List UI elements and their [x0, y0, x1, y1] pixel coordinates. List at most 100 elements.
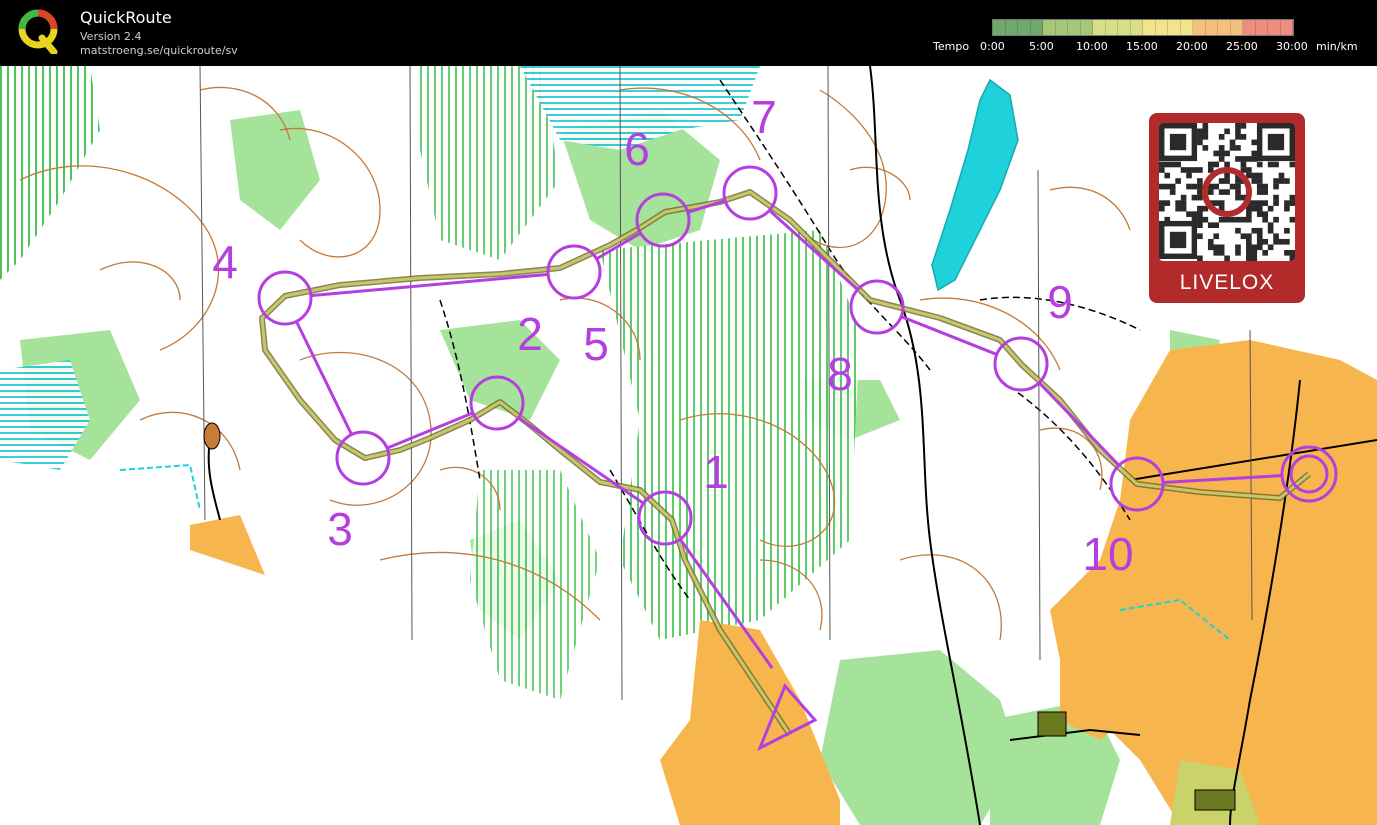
- qr-module: [1224, 216, 1230, 223]
- tempo-scale-segment: [1268, 20, 1281, 35]
- tempo-tick: 25:00: [1226, 40, 1258, 53]
- tempo-scale-segment: [1130, 20, 1143, 35]
- tempo-tick: 15:00: [1126, 40, 1158, 53]
- qr-module: [1213, 150, 1220, 157]
- qr-module: [1256, 178, 1263, 184]
- qr-module: [1180, 167, 1187, 173]
- tempo-tick: 20:00: [1176, 40, 1208, 53]
- tempo-color-scale: [992, 19, 1294, 36]
- qr-module: [1224, 128, 1230, 135]
- qr-module: [1240, 123, 1247, 129]
- qr-module: [1235, 244, 1241, 251]
- qr-module: [1197, 189, 1203, 195]
- qr-module: [1229, 216, 1236, 223]
- tempo-scale-segment: [1255, 20, 1268, 35]
- qr-module: [1218, 134, 1225, 140]
- qr-module: [1262, 249, 1268, 256]
- qr-module: [1213, 222, 1220, 229]
- app-header: QuickRoute Version 2.4 matstroeng.se/qui…: [0, 0, 1377, 66]
- qr-module: [1256, 227, 1263, 234]
- qr-module: [1175, 200, 1181, 206]
- qr-module: [1262, 211, 1268, 217]
- qr-module: [1197, 183, 1203, 190]
- qr-module: [1207, 161, 1214, 168]
- qr-module: [1251, 150, 1258, 157]
- qr-module: [1229, 183, 1236, 190]
- control-number-5: 5: [583, 318, 609, 370]
- qr-module: [1191, 183, 1198, 190]
- qr-module: [1235, 134, 1241, 140]
- tempo-tick: 5:00: [1029, 40, 1054, 53]
- qr-module: [1197, 216, 1203, 223]
- qr-module: [1202, 145, 1209, 151]
- qr-module: [1273, 194, 1279, 201]
- qr-module: [1218, 244, 1225, 251]
- qr-code-icon[interactable]: [1159, 123, 1295, 261]
- qr-module: [1267, 244, 1274, 251]
- qr-module: [1191, 167, 1198, 173]
- control-number-9: 9: [1047, 276, 1073, 328]
- qr-finder: [1267, 133, 1285, 151]
- qr-module: [1218, 216, 1225, 223]
- qr-module: [1256, 189, 1263, 195]
- qr-module: [1197, 167, 1203, 173]
- qr-module: [1284, 205, 1290, 212]
- qr-module: [1273, 183, 1279, 190]
- livelox-badge[interactable]: LIVELOX: [1149, 113, 1305, 303]
- tempo-scale-segment: [993, 20, 1006, 35]
- qr-module: [1240, 216, 1247, 223]
- qr-module: [1251, 244, 1258, 251]
- building: [1037, 711, 1067, 737]
- qr-module: [1235, 145, 1241, 151]
- qr-module: [1273, 216, 1279, 223]
- qr-module: [1207, 244, 1214, 251]
- tempo-scale-segment: [1243, 20, 1256, 35]
- livelox-label: LIVELOX: [1179, 271, 1275, 294]
- control-number-4: 4: [212, 236, 238, 288]
- tempo-scale-segment: [1105, 20, 1118, 35]
- qr-module: [1159, 167, 1165, 173]
- qr-module: [1235, 178, 1241, 184]
- qr-module: [1213, 249, 1220, 256]
- app-version: Version 2.4: [80, 30, 142, 43]
- qr-module: [1235, 227, 1241, 234]
- qr-module: [1213, 200, 1220, 206]
- qr-module: [1246, 211, 1252, 217]
- qr-finder: [1169, 133, 1187, 151]
- qr-module: [1164, 200, 1171, 206]
- tempo-scale-segment: [1043, 20, 1056, 35]
- qr-module: [1262, 189, 1268, 195]
- qr-module: [1256, 233, 1263, 240]
- tempo-scale-segment: [1280, 20, 1293, 35]
- qr-module: [1289, 216, 1295, 223]
- qr-module: [1267, 205, 1274, 212]
- qr-module: [1273, 200, 1279, 206]
- qr-module: [1218, 156, 1225, 162]
- qr-module: [1207, 222, 1214, 229]
- qr-module: [1224, 150, 1230, 157]
- qr-module: [1284, 200, 1290, 206]
- qr-module: [1197, 222, 1203, 229]
- control-number-1: 1: [703, 446, 729, 498]
- qr-module: [1251, 205, 1258, 212]
- control-number-3: 3: [327, 503, 353, 555]
- qr-module: [1191, 211, 1198, 217]
- qr-module: [1256, 244, 1263, 251]
- app-url[interactable]: matstroeng.se/quickroute/sv: [80, 44, 238, 57]
- qr-module: [1164, 172, 1171, 179]
- qr-module: [1267, 161, 1274, 168]
- qr-module: [1235, 123, 1241, 129]
- qr-module: [1175, 205, 1181, 212]
- qr-module: [1273, 238, 1279, 245]
- qr-module: [1256, 172, 1263, 179]
- qr-module: [1159, 200, 1165, 206]
- qr-module: [1273, 178, 1279, 184]
- boulder-knoll: [203, 422, 221, 450]
- qr-module: [1218, 150, 1225, 157]
- control-number-8: 8: [827, 348, 853, 400]
- qr-module: [1284, 238, 1290, 245]
- qr-module: [1256, 238, 1263, 245]
- qr-module: [1284, 249, 1290, 256]
- qr-module: [1202, 134, 1209, 140]
- qr-module: [1246, 167, 1252, 173]
